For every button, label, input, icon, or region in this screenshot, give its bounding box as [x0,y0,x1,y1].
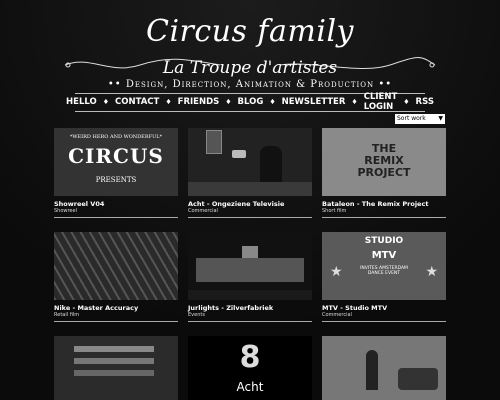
car [398,368,438,390]
work-item-nike[interactable]: Nike - Master Accuracy Retail film [54,232,178,322]
thumb-text: CIRCUS [68,144,164,168]
item-category: Commercial [188,208,218,214]
item-title[interactable]: Showreel V04 [54,200,178,208]
tower [242,246,258,258]
picture-frame [206,130,222,154]
diamond-icon: ♦ [102,98,110,106]
item-title[interactable]: Jurlights - Zilverfabriek [188,304,312,312]
ui-bar [74,370,154,376]
building [196,258,304,282]
work-item-showreel[interactable]: *WEIRD HERO AND WONDERFUL* CIRCUS PRESEN… [54,128,178,218]
couch [188,182,312,196]
person [260,146,282,186]
site-logo[interactable]: Circus family [0,14,500,49]
work-item-mtv[interactable]: STUDIO MTV INVITES AMSTERDAM DANCE EVENT… [322,232,446,322]
main-nav: HELLO ♦ CONTACT ♦ FRIENDS ♦ BLOG ♦ NEWSLETTE… [66,92,434,112]
diamond-icon: ♦ [165,98,172,106]
nav-item-contact[interactable]: CONTACT [115,97,159,107]
ui-bar [74,358,154,364]
nav-item-client-login[interactable]: CLIENT LOGIN [364,92,398,112]
thumb-text: MTV [371,250,397,261]
item-title[interactable]: MTV - Studio MTV [322,304,446,312]
item-category: Showreel [54,208,77,214]
thumbnail[interactable] [188,232,312,300]
thumb-text: *WEIRD HERO AND WONDERFUL* [69,134,163,140]
work-item-jurlights[interactable]: Jurlights - Zilverfabriek Events [188,232,312,322]
sort-select[interactable]: Sort work ▼ [395,114,445,124]
thumbnail[interactable]: THE REMIX PROJECT [322,128,446,196]
item-title[interactable]: Bataleon - The Remix Project [322,200,446,208]
nav-item-rss[interactable]: RSS [416,97,434,107]
diamond-icon: ♦ [403,98,410,106]
thumb-text: PROJECT [357,166,411,179]
item-category: Short film [322,208,347,214]
thumbnail[interactable] [322,336,446,400]
site-tagline: •• Design, Direction, Animation & Produc… [107,79,393,90]
divider [322,321,446,322]
item-category: Events [188,312,205,318]
divider [188,321,312,322]
item-title[interactable]: Acht - Ongeziene Televisie [188,200,312,208]
nav-bottom-rule [75,111,425,112]
thumb-text: STUDIO [364,236,404,246]
divider [54,217,178,218]
thumbnail[interactable] [54,232,178,300]
item-title[interactable]: Nike - Master Accuracy [54,304,178,312]
nav-item-hello[interactable]: HELLO [66,97,97,107]
diamond-icon: ♦ [351,98,358,106]
item-category: Commercial [322,312,352,318]
item-category: Retail film [54,312,80,318]
divider [54,321,178,322]
work-item-acht[interactable]: Acht - Ongeziene Televisie Commercial [188,128,312,218]
nav-item-friends[interactable]: FRIENDS [178,97,220,107]
ground [188,290,312,300]
caret-down-icon: ▼ [438,115,443,122]
sort-label: Sort work [397,115,426,122]
thumbnail[interactable]: STUDIO MTV INVITES AMSTERDAM DANCE EVENT… [322,232,446,300]
work-item-7[interactable] [54,336,178,400]
star-icon: ★ [330,264,343,280]
divider [188,217,312,218]
work-item-bataleon[interactable]: THE REMIX PROJECT Bataleon - The Remix P… [322,128,446,218]
diamond-icon: ♦ [269,98,276,106]
divider [322,217,446,218]
figure-eight: 8 [239,340,261,375]
work-item-9[interactable] [322,336,446,400]
nav-item-blog[interactable]: BLOG [238,97,264,107]
ui-bar [74,346,154,352]
thumbnail[interactable]: 8 Acht [188,336,312,400]
work-item-8[interactable]: 8 Acht [188,336,312,400]
thumb-text: PRESENTS [95,176,137,184]
thumbnail[interactable]: *WEIRD HERO AND WONDERFUL* CIRCUS PRESEN… [54,128,178,196]
diamond-icon: ♦ [225,98,232,106]
star-icon: ★ [425,264,438,280]
thumbnail[interactable] [54,336,178,400]
site-subtitle: La Troupe d'artistes [162,58,338,78]
person [366,350,378,390]
thumb-text: Acht [236,380,264,394]
thumbnail[interactable] [188,128,312,196]
lamp [232,150,246,158]
nav-item-newsletter[interactable]: NEWSLETTER [282,97,346,107]
